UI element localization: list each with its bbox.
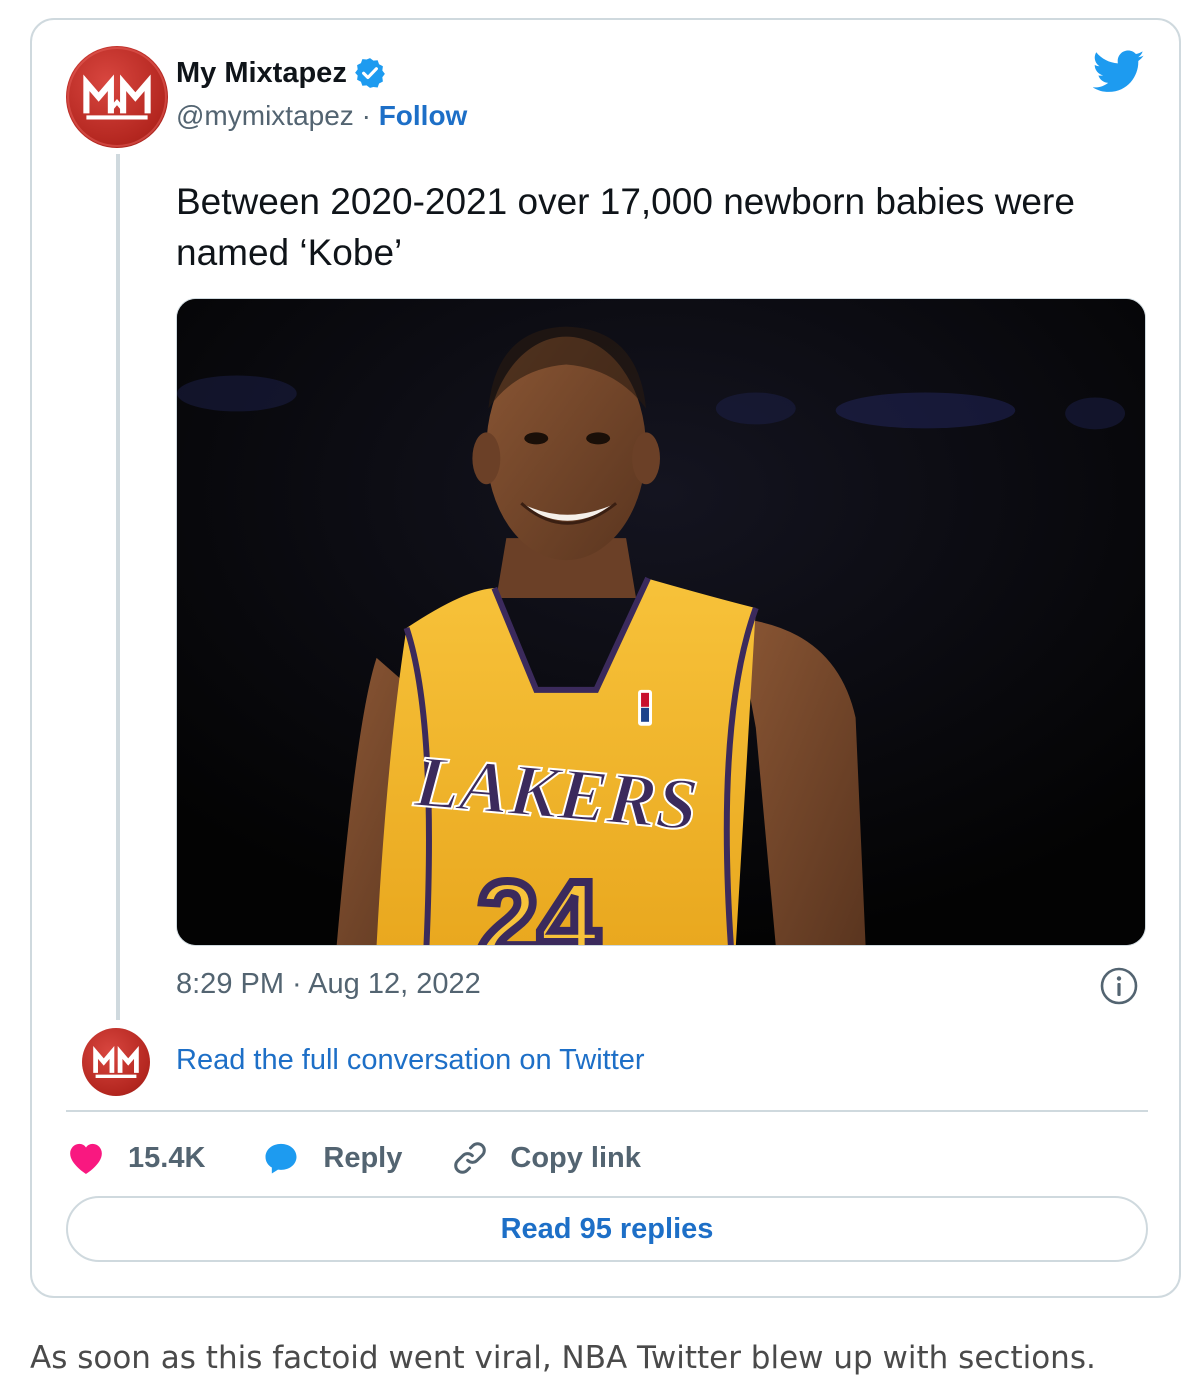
read-replies-button[interactable]: Read 95 replies bbox=[66, 1196, 1148, 1262]
twitter-bird-icon[interactable] bbox=[1092, 50, 1145, 94]
author-display-name[interactable]: My Mixtapez bbox=[176, 57, 347, 90]
reply-label: Reply bbox=[323, 1141, 403, 1174]
tweet-actions-bar: 15.4K Reply Copy link bbox=[66, 1136, 641, 1180]
verified-badge-icon bbox=[353, 56, 387, 90]
mymixtapez-logo-icon[interactable] bbox=[66, 46, 168, 148]
author-name-row: My Mixtapez bbox=[176, 56, 387, 90]
read-full-conversation-link[interactable]: Read the full conversation on Twitter bbox=[176, 1044, 645, 1077]
tweet-timestamp[interactable]: 8:29 PM · Aug 12, 2022 bbox=[176, 968, 481, 1001]
tweet-photo[interactable]: LAKERS 24 bbox=[176, 298, 1146, 946]
copy-link-button[interactable]: Copy link bbox=[450, 1138, 641, 1178]
reply-bubble-icon bbox=[265, 1143, 297, 1174]
like-count: 15.4K bbox=[128, 1141, 206, 1174]
embedded-tweet-card: My Mixtapez @mymixtapez · Follow Between… bbox=[30, 18, 1181, 1298]
mymixtapez-small-logo-icon[interactable] bbox=[82, 1028, 150, 1096]
jersey-number: 24 bbox=[477, 859, 599, 945]
info-icon[interactable] bbox=[1099, 966, 1139, 1006]
author-handle-row: @mymixtapez · Follow bbox=[176, 100, 467, 132]
follow-button[interactable]: Follow bbox=[379, 100, 468, 131]
author-handle[interactable]: @mymixtapez bbox=[176, 100, 354, 131]
heart-icon bbox=[70, 1143, 102, 1174]
read-replies-label: Read 95 replies bbox=[500, 1212, 714, 1245]
divider bbox=[66, 1110, 1148, 1112]
link-icon bbox=[454, 1142, 487, 1174]
handle-separator: · bbox=[353, 100, 379, 131]
copy-link-label: Copy link bbox=[510, 1141, 641, 1174]
tweet-text: Between 2020-2021 over 17,000 newborn ba… bbox=[176, 181, 1075, 273]
reply-button[interactable]: Reply bbox=[261, 1138, 450, 1178]
thread-line bbox=[116, 154, 120, 1020]
article-caption: As soon as this factoid went viral, NBA … bbox=[30, 1340, 1096, 1376]
like-button[interactable]: 15.4K bbox=[66, 1138, 261, 1178]
